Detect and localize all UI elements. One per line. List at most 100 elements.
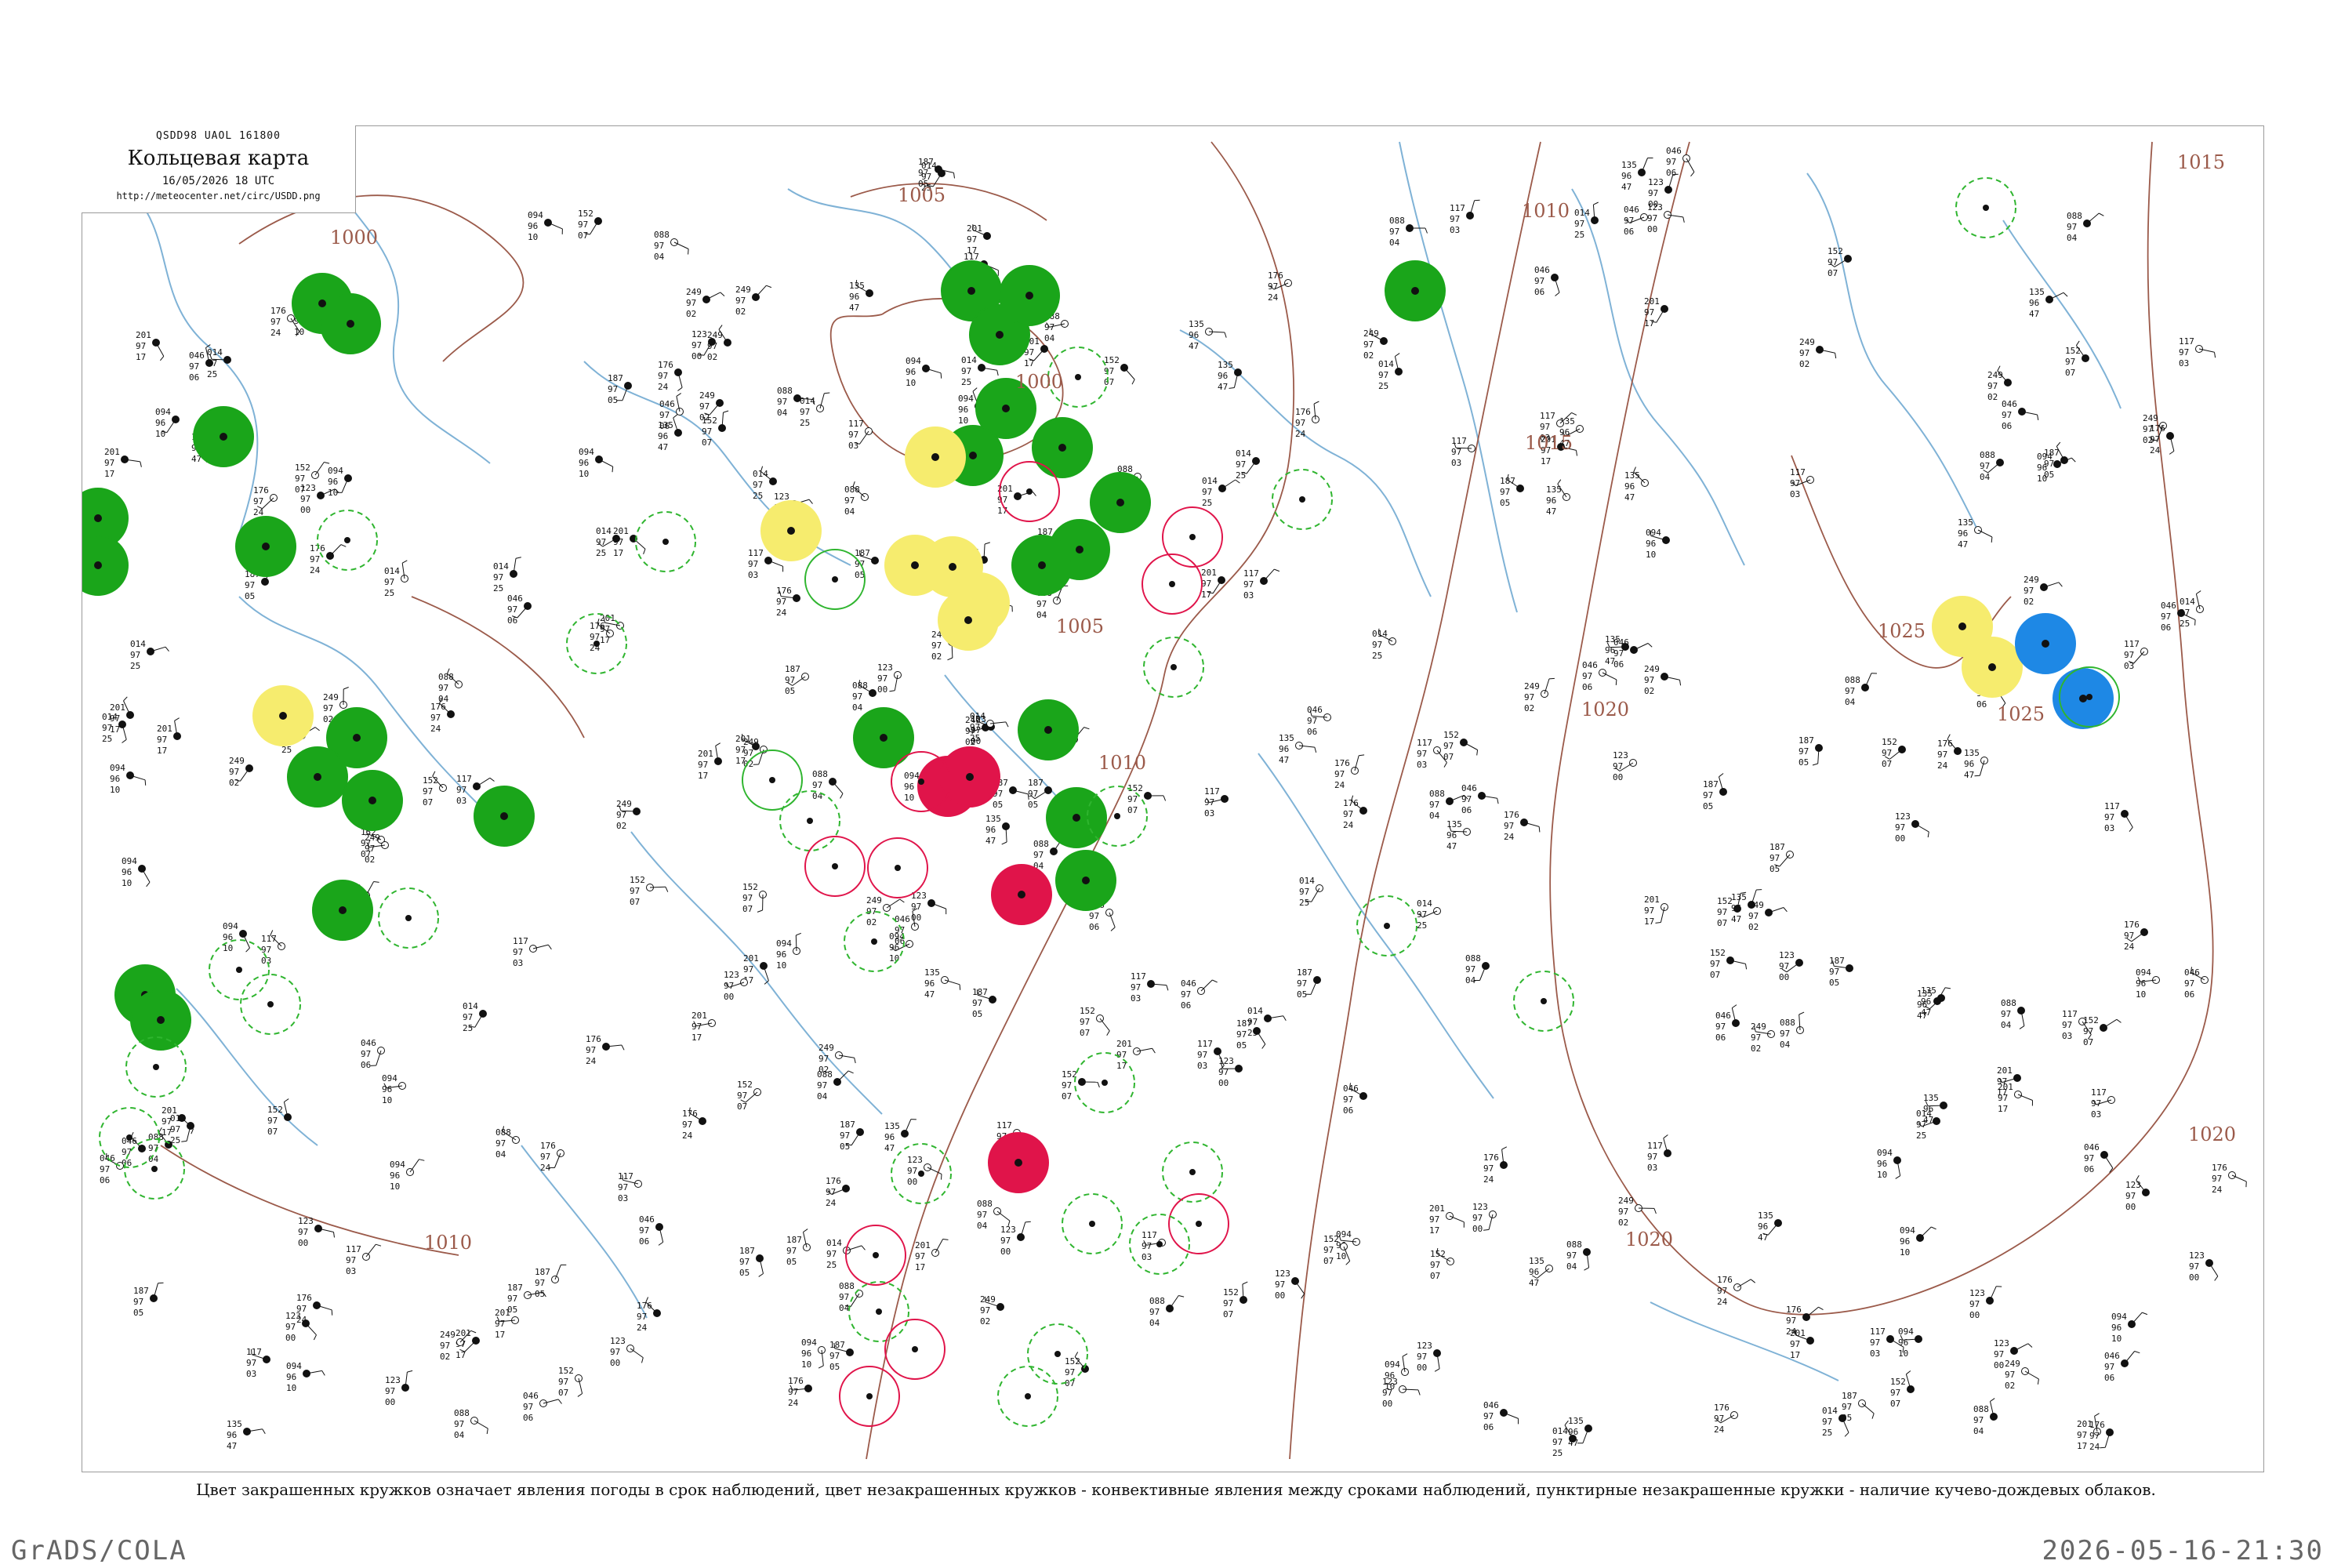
station-plot: 2499702 bbox=[1524, 677, 1555, 713]
station-value-upper: 088 bbox=[1033, 839, 1049, 849]
wind-barb bbox=[2024, 1370, 2039, 1380]
weather-ring-center bbox=[1102, 1080, 1108, 1086]
station-value-mid: 97 bbox=[753, 480, 763, 490]
station-value-upper: 094 bbox=[390, 1160, 405, 1170]
station-value-upper: 088 bbox=[438, 672, 454, 682]
station-plot: 1879705 bbox=[1769, 842, 1794, 874]
station-value-lower: 25 bbox=[1378, 381, 1388, 391]
station-plot: 1769724 bbox=[540, 1141, 564, 1173]
station-value-upper: 014 bbox=[130, 639, 146, 649]
wind-barb-feather bbox=[1395, 353, 1400, 357]
station-value-lower: 25 bbox=[1202, 498, 1212, 508]
station-plot: 0889704 bbox=[839, 1281, 863, 1313]
station-plot: 0949610 bbox=[2136, 967, 2160, 1000]
station-value-upper: 152 bbox=[742, 882, 758, 892]
wind-barb-feather bbox=[2019, 1025, 2025, 1029]
station-plot: 1239700 bbox=[2125, 1174, 2150, 1212]
station-value-lower: 07 bbox=[2083, 1037, 2093, 1047]
weather-ring-center bbox=[593, 641, 600, 647]
station-value-mid: 96 bbox=[1917, 1000, 1927, 1010]
station-plot: 0889704 bbox=[1566, 1240, 1591, 1272]
station-value-lower: 07 bbox=[578, 230, 588, 241]
wind-barb-feather bbox=[2116, 1018, 2122, 1023]
station-plot: 1529707 bbox=[267, 1098, 292, 1137]
station-value-mid: 97 bbox=[495, 1138, 506, 1149]
station-value-lower: 07 bbox=[1323, 1256, 1334, 1266]
station-value-upper: 135 bbox=[1218, 360, 1233, 370]
station-plot: 0949610 bbox=[1900, 1225, 1936, 1258]
station-value-upper: 135 bbox=[1621, 160, 1637, 170]
station-plot: 0949610 bbox=[110, 763, 147, 795]
station-value-lower: 24 bbox=[1295, 429, 1306, 439]
station-value-mid: 97 bbox=[423, 786, 433, 797]
station-value-lower: 47 bbox=[1624, 492, 1635, 503]
station-value-lower: 24 bbox=[826, 1198, 837, 1208]
weather-circle-center bbox=[1044, 726, 1052, 734]
station-plot: 0949610 bbox=[801, 1338, 826, 1370]
station-value-lower: 25 bbox=[463, 1023, 473, 1033]
station-plot: 0469706 bbox=[1343, 1083, 1367, 1116]
station-value-lower: 47 bbox=[1279, 755, 1289, 765]
station-value-mid: 97 bbox=[454, 1419, 464, 1429]
station-value-mid: 97 bbox=[298, 1227, 308, 1237]
station-value-lower: 17 bbox=[1790, 1350, 1800, 1360]
station-value-upper: 014 bbox=[1236, 448, 1251, 459]
station-value-mid: 97 bbox=[1890, 1388, 1900, 1398]
wind-barb bbox=[706, 292, 721, 300]
station-value-mid: 96 bbox=[1900, 1236, 1910, 1247]
station-value-lower: 10 bbox=[2136, 989, 2146, 1000]
wind-barb-feather bbox=[1719, 773, 1724, 778]
station-value-upper: 094 bbox=[579, 447, 594, 457]
station-value-upper: 117 bbox=[1131, 971, 1146, 982]
map-date: 16/05/2026 18 UTC bbox=[162, 175, 275, 187]
station-value-lower: 03 bbox=[1417, 760, 1427, 770]
station-value-lower: 25 bbox=[961, 377, 971, 387]
station-value-upper: 152 bbox=[1882, 737, 1897, 747]
station-plot: 0149725 bbox=[1372, 628, 1396, 661]
station-value-lower: 24 bbox=[296, 1315, 307, 1325]
station-value-mid: 97 bbox=[735, 296, 746, 306]
station-value-mid: 97 bbox=[1236, 1029, 1247, 1040]
station-value-lower: 05 bbox=[786, 1257, 797, 1267]
station-value-lower: 00 bbox=[2125, 1202, 2136, 1212]
weather-circle-center bbox=[1025, 292, 1033, 299]
station-value-upper: 117 bbox=[1204, 786, 1220, 797]
station-value-mid: 97 bbox=[2150, 434, 2160, 445]
wind-barb bbox=[2049, 292, 2064, 300]
station-value-mid: 97 bbox=[724, 981, 734, 991]
station-value-mid: 97 bbox=[2180, 608, 2190, 618]
station-value-mid: 96 bbox=[1546, 495, 1556, 506]
station-value-mid: 97 bbox=[2024, 586, 2034, 596]
station-plot: 1769724 bbox=[1717, 1275, 1756, 1307]
station-value-lower: 05 bbox=[1703, 801, 1713, 811]
weather-ring-center bbox=[344, 537, 350, 543]
wind-barb-feather bbox=[321, 1370, 325, 1376]
station-value-mid: 97 bbox=[1417, 749, 1427, 759]
station-plot: 1179703 bbox=[1131, 971, 1169, 1004]
wind-barb-feather bbox=[324, 462, 330, 464]
station-value-upper: 201 bbox=[162, 1105, 177, 1116]
station-value-lower: 25 bbox=[1236, 470, 1246, 481]
station-value-upper: 152 bbox=[2065, 346, 2081, 356]
station-value-upper: 094 bbox=[2111, 1312, 2127, 1322]
station-plot: 1529707 bbox=[1080, 1006, 1110, 1038]
station-value-mid: 96 bbox=[382, 1084, 392, 1094]
station-value-upper: 117 bbox=[346, 1244, 361, 1254]
station-value-mid: 97 bbox=[748, 559, 758, 569]
wind-barb bbox=[305, 1323, 317, 1336]
station-value-mid: 97 bbox=[207, 358, 217, 368]
station-value-lower: 07 bbox=[702, 437, 712, 448]
station-plot: 1769724 bbox=[310, 543, 347, 575]
station-value-lower: 17 bbox=[1116, 1061, 1127, 1071]
station-value-upper: 123 bbox=[1472, 1202, 1488, 1212]
wind-barb-feather bbox=[401, 560, 408, 564]
station-value-mid: 97 bbox=[1828, 257, 1838, 267]
station-value-lower: 17 bbox=[1024, 358, 1034, 368]
station-plot: 1179703 bbox=[246, 1347, 270, 1379]
station-value-mid: 97 bbox=[361, 1049, 371, 1059]
station-plot: 1179703 bbox=[1647, 1134, 1671, 1173]
station-value-mid: 97 bbox=[637, 1312, 647, 1322]
station-value-upper: 201 bbox=[1429, 1203, 1445, 1214]
station-value-lower: 00 bbox=[300, 505, 310, 515]
station-value-upper: 117 bbox=[456, 774, 472, 784]
